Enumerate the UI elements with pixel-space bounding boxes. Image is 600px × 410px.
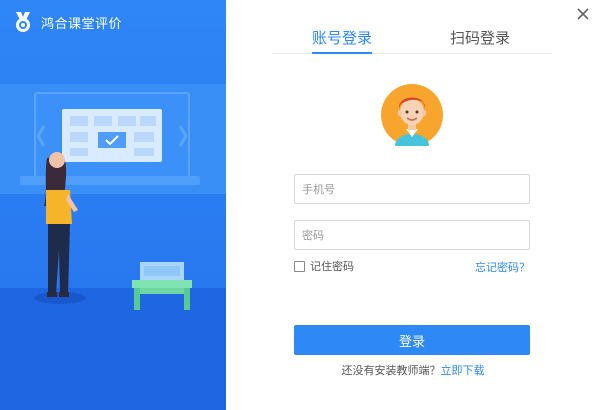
teacher-avatar-icon [381, 84, 443, 146]
brand: 鸿合课堂评价 [12, 11, 122, 33]
person-illustration [34, 152, 86, 304]
illustration-panel: 鸿合课堂评价 [0, 0, 226, 410]
app-title: 鸿合课堂评价 [41, 16, 123, 32]
desk-illustration [132, 262, 192, 310]
remember-label: 记住密码 [310, 260, 354, 273]
download-prompt: 还没有安装教师端？立即下载 [226, 362, 600, 378]
close-icon [577, 8, 589, 20]
login-tabs: 账号登录 扫码登录 [272, 28, 552, 54]
remember-password[interactable]: 记住密码 [294, 258, 354, 274]
login-button[interactable]: 登录 [294, 325, 530, 355]
tab-qr-login[interactable]: 扫码登录 [450, 28, 510, 53]
forgot-password-link[interactable]: 忘记密码？ [475, 259, 530, 275]
download-prompt-text: 还没有安装教师端？ [341, 364, 441, 377]
login-panel: 账号登录 扫码登录 记住密码 忘记密码？ 登录 还没有安装教师端？立即下载 [226, 0, 600, 410]
close-button[interactable] [574, 5, 592, 23]
phone-input[interactable] [294, 174, 530, 204]
medal-logo-icon [16, 12, 30, 32]
download-link[interactable]: 立即下载 [441, 364, 485, 377]
remember-checkbox[interactable] [294, 260, 305, 272]
password-input[interactable] [294, 220, 530, 250]
tab-account-login[interactable]: 账号登录 [312, 28, 373, 54]
